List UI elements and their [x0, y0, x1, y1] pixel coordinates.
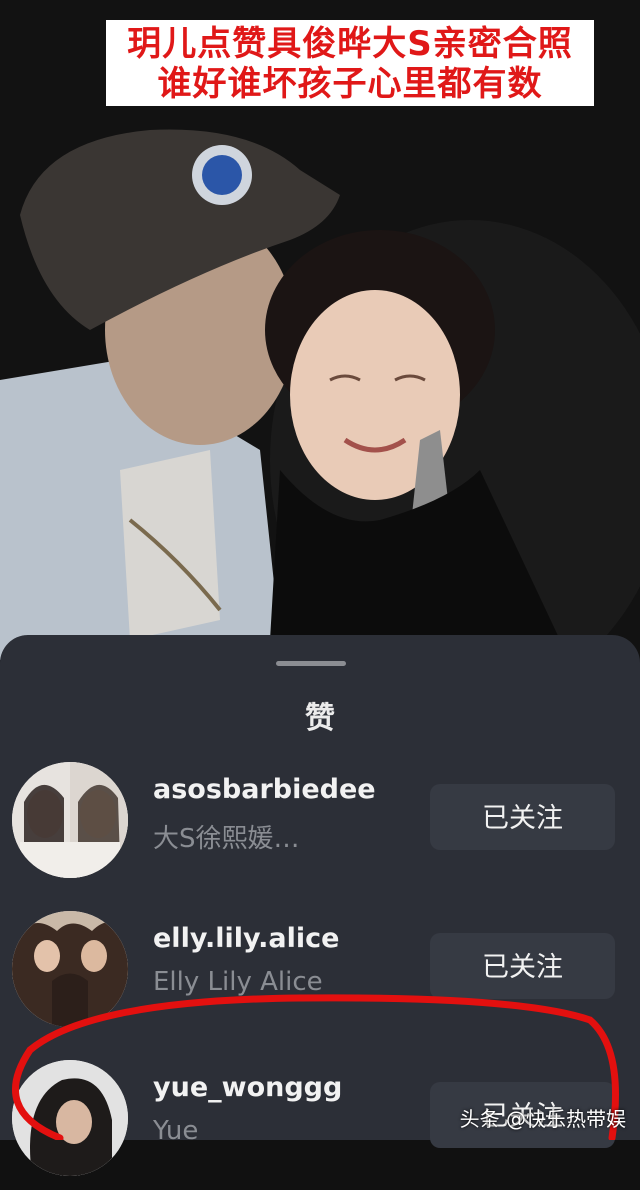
display-name: 大S徐熙媛…: [153, 824, 300, 854]
liker-row[interactable]: asosbarbiedee 大S徐熙媛… 已关注: [0, 762, 640, 892]
sheet-title: 赞: [305, 701, 335, 736]
post-photo: 玥儿点赞具俊晔大S亲密合照 谁好谁坏孩子心里都有数: [0, 0, 640, 660]
avatar[interactable]: [12, 1060, 128, 1176]
following-button[interactable]: 已关注: [430, 933, 615, 999]
avatar[interactable]: [12, 762, 128, 878]
avatar[interactable]: [12, 911, 128, 1027]
username[interactable]: elly.lily.alice: [153, 923, 339, 954]
likes-bottom-sheet: 赞 asosbarbiedee 大S徐熙媛… 已关注 elly.lily.ali…: [0, 635, 640, 1176]
display-name: Yue: [153, 1116, 199, 1146]
source-watermark: 头条 @快乐热带娱: [459, 1107, 626, 1131]
liker-row[interactable]: elly.lily.alice Elly Lily Alice 已关注: [0, 911, 640, 1041]
sheet-drag-handle[interactable]: [276, 661, 346, 666]
headline-line-1: 玥儿点赞具俊晔大S亲密合照: [127, 24, 573, 64]
following-button[interactable]: 已关注: [430, 784, 615, 850]
headline-line-2: 谁好谁坏孩子心里都有数: [157, 64, 543, 104]
headline-banner: 玥儿点赞具俊晔大S亲密合照 谁好谁坏孩子心里都有数: [106, 20, 594, 106]
username[interactable]: yue_wonggg: [153, 1072, 342, 1103]
username[interactable]: asosbarbiedee: [153, 774, 376, 805]
display-name: Elly Lily Alice: [153, 967, 323, 997]
